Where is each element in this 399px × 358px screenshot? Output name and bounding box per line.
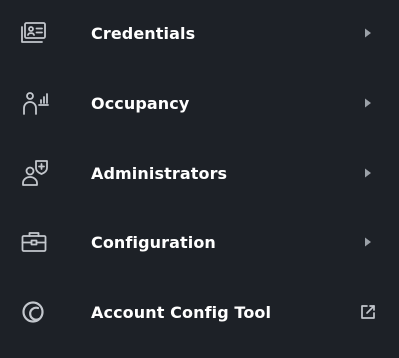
menu-item-label: Credentials [91, 23, 196, 43]
menu-item-occupancy[interactable]: Occupancy [0, 70, 399, 136]
chevron-right-icon [355, 229, 381, 255]
toolbox-icon [19, 227, 49, 257]
menu-item-label: Administrators [91, 163, 228, 183]
menu-item-label: Account Config Tool [91, 302, 272, 322]
user-badge-icon [19, 158, 49, 188]
menu-item-label: Occupancy [91, 93, 190, 113]
menu-item-configuration[interactable]: Configuration [0, 209, 399, 275]
person-chart-icon [19, 88, 49, 118]
chevron-right-icon [355, 20, 381, 46]
external-link-icon[interactable] [355, 299, 381, 325]
menu-item-account-config-tool[interactable]: Account Config Tool [0, 279, 399, 345]
id-card-icon [19, 18, 49, 48]
menu-item-administrators[interactable]: Administrators [0, 140, 399, 206]
menu-item-label: Configuration [91, 232, 216, 252]
menu-item-credentials[interactable]: Credentials [0, 0, 399, 66]
chevron-right-icon [355, 90, 381, 116]
circle-swirl-icon [19, 297, 49, 327]
chevron-right-icon [355, 160, 381, 186]
side-navigation-menu: Credentials Occupancy Administrators Con… [0, 0, 399, 358]
